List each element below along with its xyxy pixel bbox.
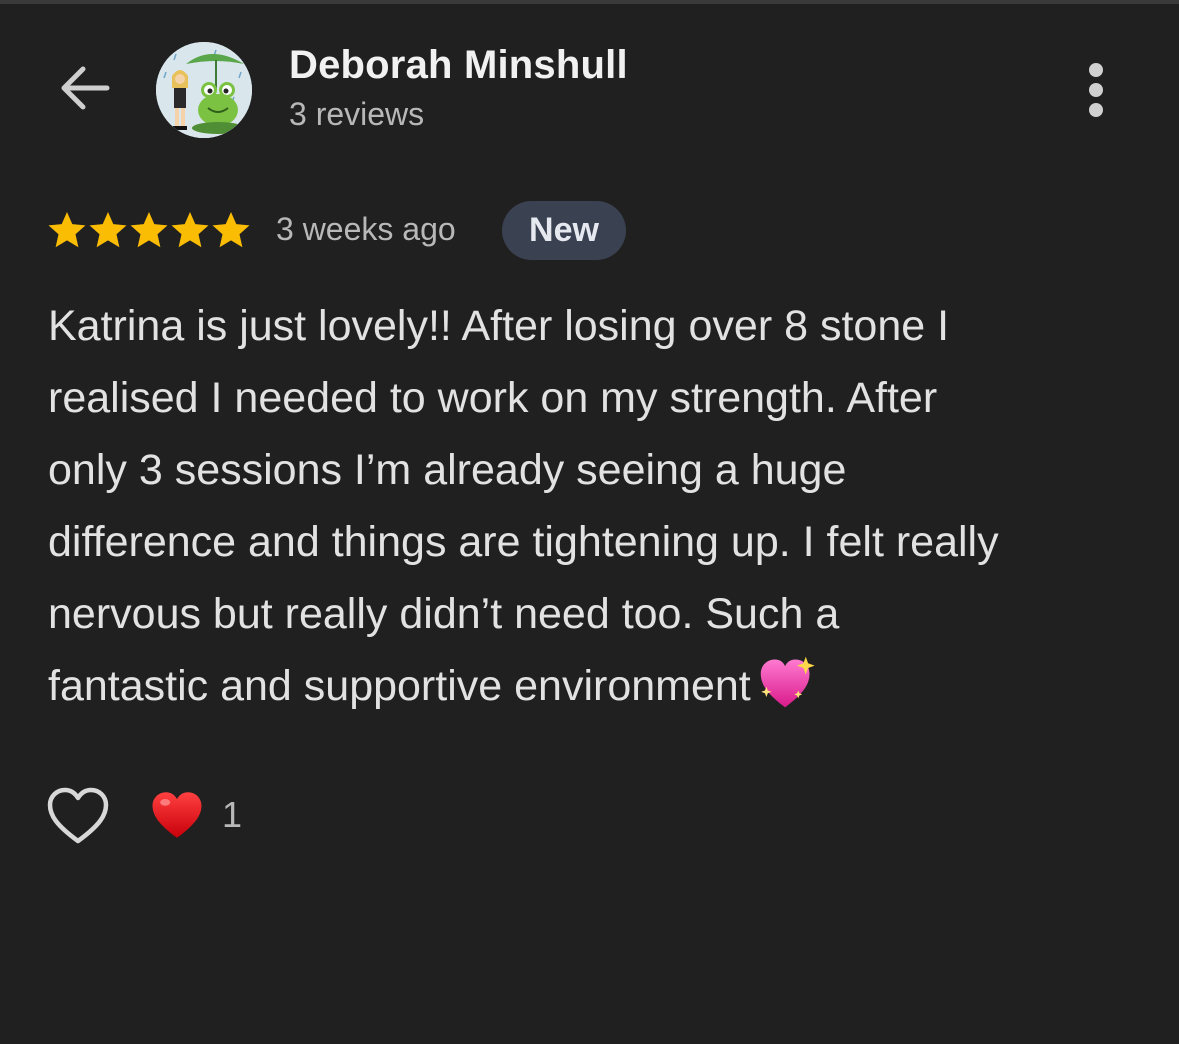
more-options-button[interactable]: [1072, 60, 1120, 120]
review-text-line: nervous but really didn’t need too. Such…: [48, 578, 1148, 650]
review-text-line: Katrina is just lovely!! After losing ov…: [48, 290, 1148, 362]
reviewer-name[interactable]: Deborah Minshull: [289, 43, 628, 88]
reaction-chip[interactable]: 1: [150, 790, 242, 840]
star-icon: [48, 212, 86, 248]
avatar[interactable]: [156, 42, 252, 138]
arrow-left-icon: [61, 66, 110, 110]
review-text-line-content: realised I needed to work on my strength…: [48, 374, 938, 422]
avatar-image: [156, 42, 252, 138]
review-text-line-content: only 3 sessions I’m already seeing a hug…: [48, 446, 847, 494]
review-text-line-content: Katrina is just lovely!! After losing ov…: [48, 302, 950, 350]
back-button[interactable]: [54, 58, 114, 118]
new-badge: New: [502, 201, 626, 260]
review-text-line: only 3 sessions I’m already seeing a hug…: [48, 434, 1148, 506]
review-text: Katrina is just lovely!! After losing ov…: [48, 290, 1148, 722]
review-text-line: realised I needed to work on my strength…: [48, 362, 1148, 434]
star-icon: [171, 212, 209, 248]
review-time: 3 weeks ago: [276, 211, 456, 247]
review-text-line-content: difference and things are tightening up.…: [48, 518, 999, 566]
star-icon: [212, 212, 250, 248]
star-icon: [130, 212, 168, 248]
review-text-line-content: nervous but really didn’t need too. Such…: [48, 590, 840, 638]
star-rating: [47, 210, 251, 250]
review-text-line: difference and things are tightening up.…: [48, 506, 1148, 578]
top-divider: [0, 0, 1179, 4]
reaction-count: 1: [222, 794, 243, 835]
like-button[interactable]: [44, 785, 112, 847]
star-icon: [89, 212, 127, 248]
heart-outline-icon: [47, 787, 109, 844]
review-count[interactable]: 3 reviews: [289, 96, 424, 133]
red-heart-icon: [152, 792, 202, 838]
sparkling-heart-icon: [760, 656, 815, 708]
review-text-line-content: fantastic and supportive environment: [48, 662, 751, 710]
more-vertical-icon: [1089, 63, 1103, 117]
review-text-line: fantastic and supportive environment: [48, 650, 1148, 722]
